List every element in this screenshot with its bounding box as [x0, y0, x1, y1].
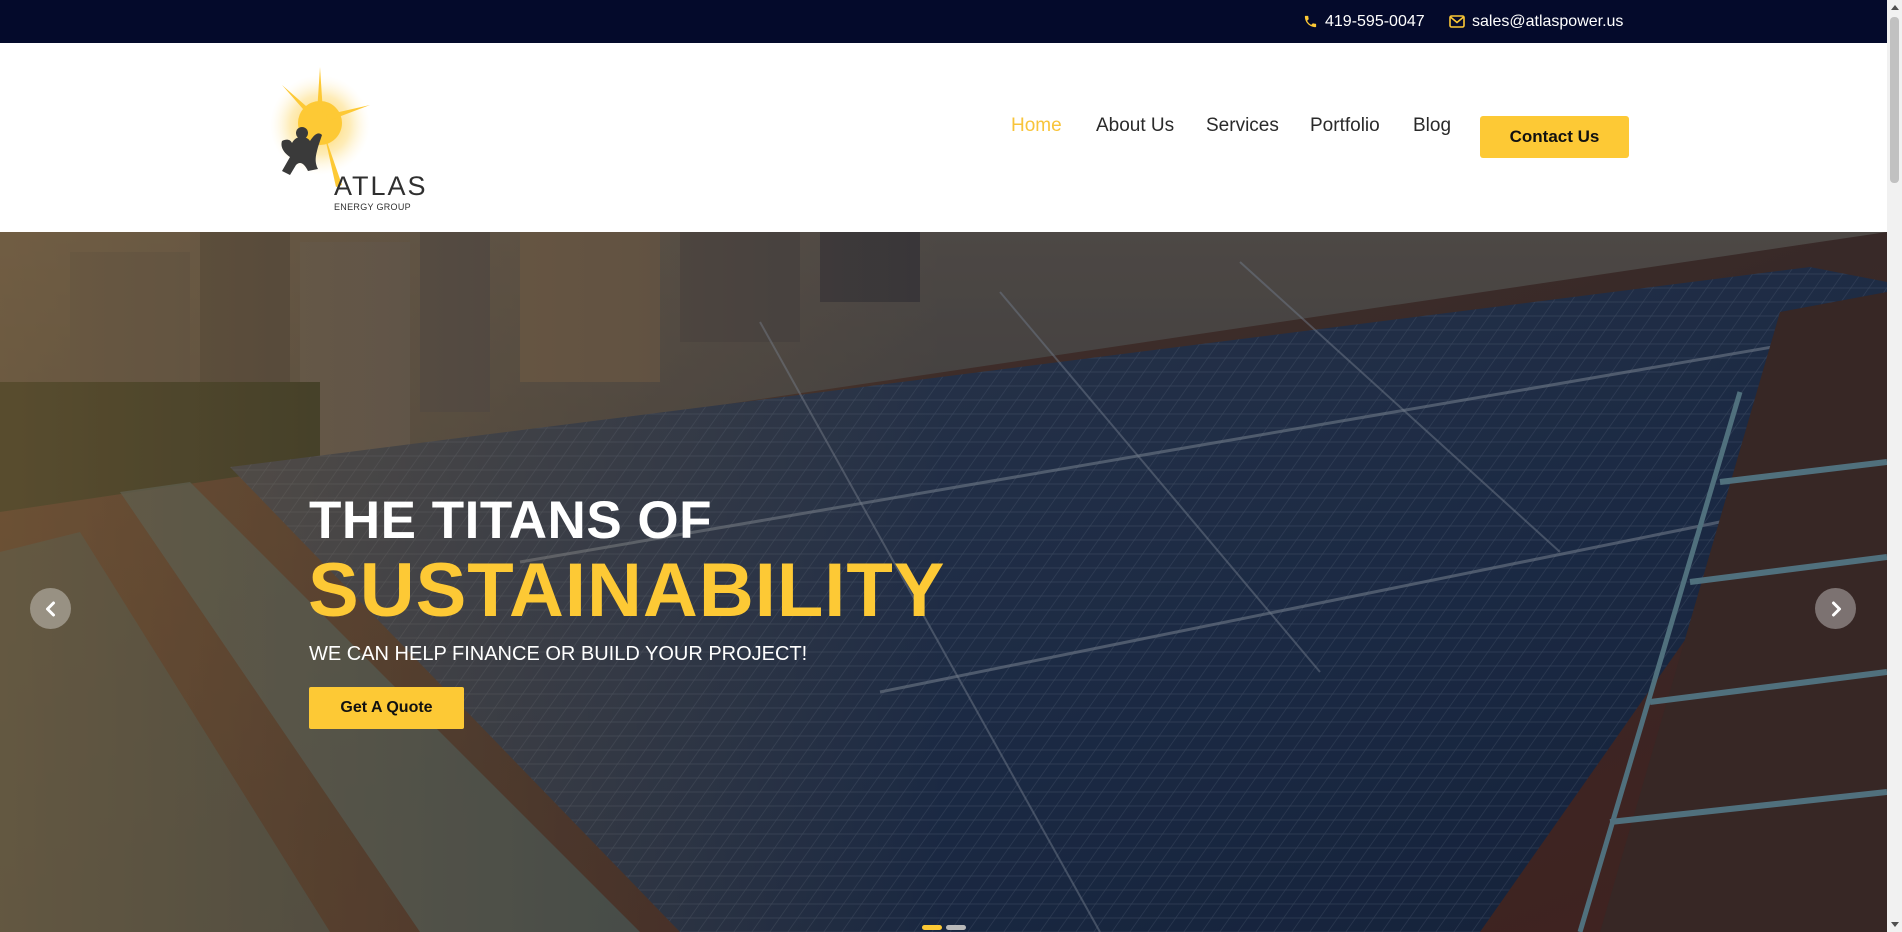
hero-heading-line2: SUSTAINABILITY: [308, 548, 946, 633]
logo-subtitle: ENERGY GROUP: [334, 202, 411, 212]
nav-blog[interactable]: Blog: [1413, 115, 1451, 137]
hero-slider: THE TITANS OF SUSTAINABILITY WE CAN HELP…: [0, 232, 1887, 932]
envelope-icon: [1449, 15, 1465, 28]
nav-home[interactable]: Home: [1011, 115, 1062, 137]
topbar-email[interactable]: sales@atlaspower.us: [1449, 0, 1623, 43]
email-address: sales@atlaspower.us: [1472, 12, 1624, 30]
hero-tagline: WE CAN HELP FINANCE OR BUILD YOUR PROJEC…: [309, 643, 808, 665]
nav-services[interactable]: Services: [1206, 115, 1279, 137]
scroll-up-arrow-icon[interactable]: [1887, 0, 1902, 15]
slider-dot-2[interactable]: [946, 925, 966, 930]
site-header: ATLAS ENERGY GROUP Home About Us Service…: [0, 43, 1887, 232]
phone-icon: [1303, 14, 1318, 29]
top-contact-bar: 419-595-0047 sales@atlaspower.us: [0, 0, 1887, 43]
site-logo[interactable]: ATLAS ENERGY GROUP: [262, 65, 426, 215]
slider-next-button[interactable]: [1815, 588, 1856, 629]
slider-prev-button[interactable]: [30, 588, 71, 629]
get-a-quote-button[interactable]: Get A Quote: [309, 687, 464, 729]
scroll-down-arrow-icon[interactable]: [1887, 917, 1902, 932]
hero-heading-line1: THE TITANS OF: [309, 491, 712, 550]
slider-dots: [922, 925, 966, 930]
page-scrollbar[interactable]: [1887, 0, 1902, 932]
slider-dot-1[interactable]: [922, 925, 942, 930]
logo-wordmark: ATLAS: [334, 171, 428, 201]
topbar-phone[interactable]: 419-595-0047: [1303, 0, 1425, 43]
scrollbar-thumb[interactable]: [1890, 17, 1899, 183]
nav-about-us[interactable]: About Us: [1096, 115, 1174, 137]
phone-number: 419-595-0047: [1325, 12, 1425, 30]
contact-us-button[interactable]: Contact Us: [1480, 116, 1629, 158]
chevron-left-icon: [45, 601, 55, 616]
nav-portfolio[interactable]: Portfolio: [1310, 115, 1380, 137]
chevron-right-icon: [1831, 601, 1841, 616]
